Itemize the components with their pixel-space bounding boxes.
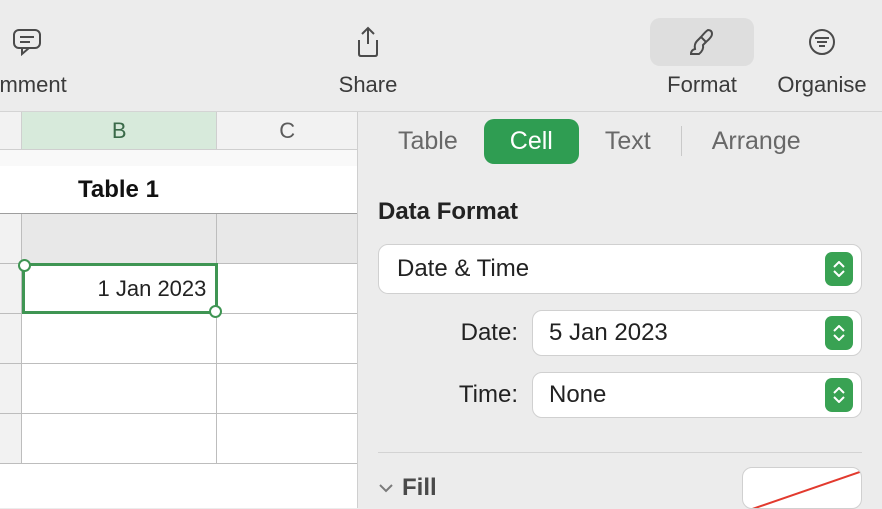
row-header-stub[interactable]	[0, 414, 22, 463]
table-row	[0, 414, 357, 464]
row-header-stub[interactable]	[0, 364, 22, 413]
time-format-value: None	[549, 381, 606, 409]
corner-cell[interactable]	[0, 112, 22, 149]
tab-arrange[interactable]: Arrange	[686, 119, 827, 164]
cell[interactable]	[217, 314, 357, 363]
table-row	[0, 364, 357, 414]
fill-disclosure[interactable]: Fill	[378, 474, 437, 502]
data-format-value: Date & Time	[397, 255, 529, 283]
cell[interactable]	[22, 414, 217, 463]
table-row: 1 Jan 2023	[0, 264, 357, 314]
column-header-c[interactable]: C	[217, 112, 357, 149]
inspector-tabs: Table Cell Text Arrange	[358, 112, 882, 170]
format-inspector: Table Cell Text Arrange Data Format Date…	[358, 112, 882, 508]
data-format-heading: Data Format	[358, 170, 882, 238]
table-title[interactable]: Table 1	[0, 166, 357, 214]
chevron-down-icon	[378, 482, 394, 494]
time-format-select[interactable]: None	[532, 372, 862, 418]
data-format-select[interactable]: Date & Time	[378, 244, 862, 294]
row-header-stub[interactable]	[0, 214, 22, 263]
header-cell[interactable]	[22, 214, 217, 263]
stepper-icon	[825, 378, 853, 412]
cell[interactable]	[217, 364, 357, 413]
fill-label: Fill	[402, 474, 437, 502]
row-header-stub[interactable]	[0, 264, 22, 313]
stepper-icon	[825, 316, 853, 350]
toolbar: omment Share Format	[0, 0, 882, 112]
format-label: Format	[650, 72, 754, 98]
comment-icon	[12, 28, 42, 56]
column-header-b[interactable]: B	[22, 112, 217, 149]
tab-table[interactable]: Table	[372, 119, 484, 164]
stepper-icon	[825, 252, 853, 286]
fill-color-well[interactable]	[742, 467, 862, 509]
date-label: Date:	[378, 319, 518, 347]
row-header-stub[interactable]	[0, 314, 22, 363]
cell[interactable]	[217, 414, 357, 463]
organise-label: Organise	[770, 72, 874, 98]
time-label: Time:	[378, 381, 518, 409]
paintbrush-icon	[688, 27, 716, 57]
table-row	[0, 314, 357, 364]
cell-b2[interactable]: 1 Jan 2023	[22, 264, 217, 313]
share-button[interactable]: Share	[316, 18, 420, 98]
comment-label: omment	[0, 72, 79, 98]
tab-text[interactable]: Text	[579, 119, 677, 164]
cell[interactable]	[22, 314, 217, 363]
cell-c2[interactable]	[217, 264, 357, 313]
share-label: Share	[316, 72, 420, 98]
spreadsheet[interactable]: B C Table 1 1 Jan 2023	[0, 112, 358, 508]
header-cell[interactable]	[217, 214, 357, 263]
organise-button[interactable]: Organise	[770, 18, 874, 98]
format-button[interactable]: Format	[650, 18, 754, 98]
date-format-select[interactable]: 5 Jan 2023	[532, 310, 862, 356]
share-icon	[355, 26, 381, 58]
comment-button[interactable]: omment	[0, 18, 79, 98]
tab-separator	[681, 126, 682, 156]
divider	[378, 452, 862, 453]
date-format-value: 5 Jan 2023	[549, 319, 668, 347]
column-headers: B C	[0, 112, 357, 150]
tab-cell[interactable]: Cell	[484, 119, 579, 164]
organise-icon	[808, 28, 836, 56]
cell[interactable]	[22, 364, 217, 413]
table-header-row	[0, 214, 357, 264]
